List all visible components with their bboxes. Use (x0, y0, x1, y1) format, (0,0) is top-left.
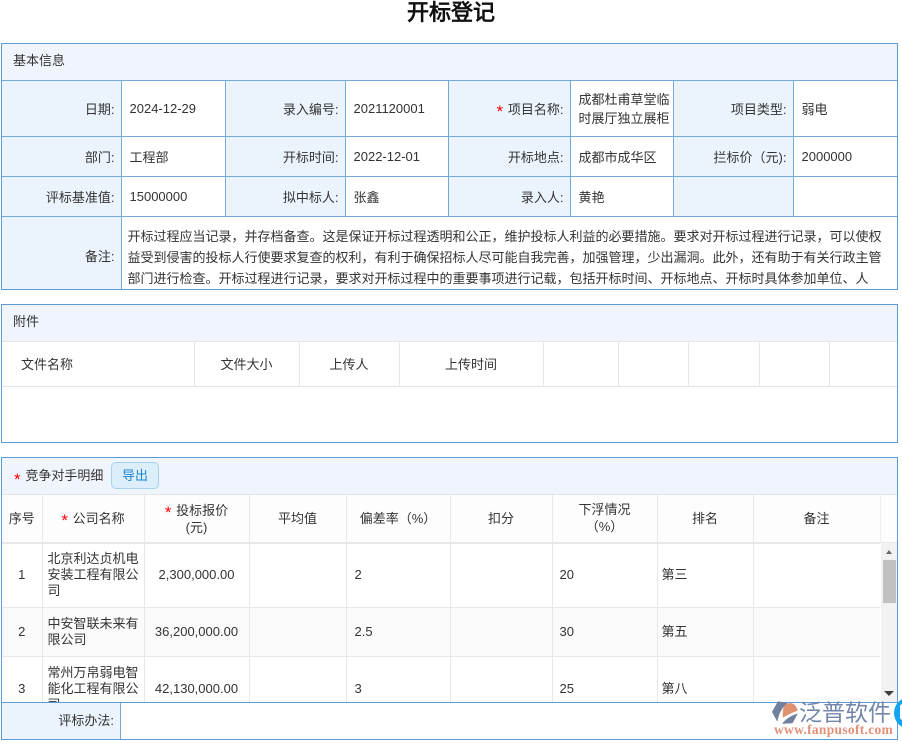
svg-text:www.fanpusoft.com: www.fanpusoft.com (774, 722, 894, 737)
